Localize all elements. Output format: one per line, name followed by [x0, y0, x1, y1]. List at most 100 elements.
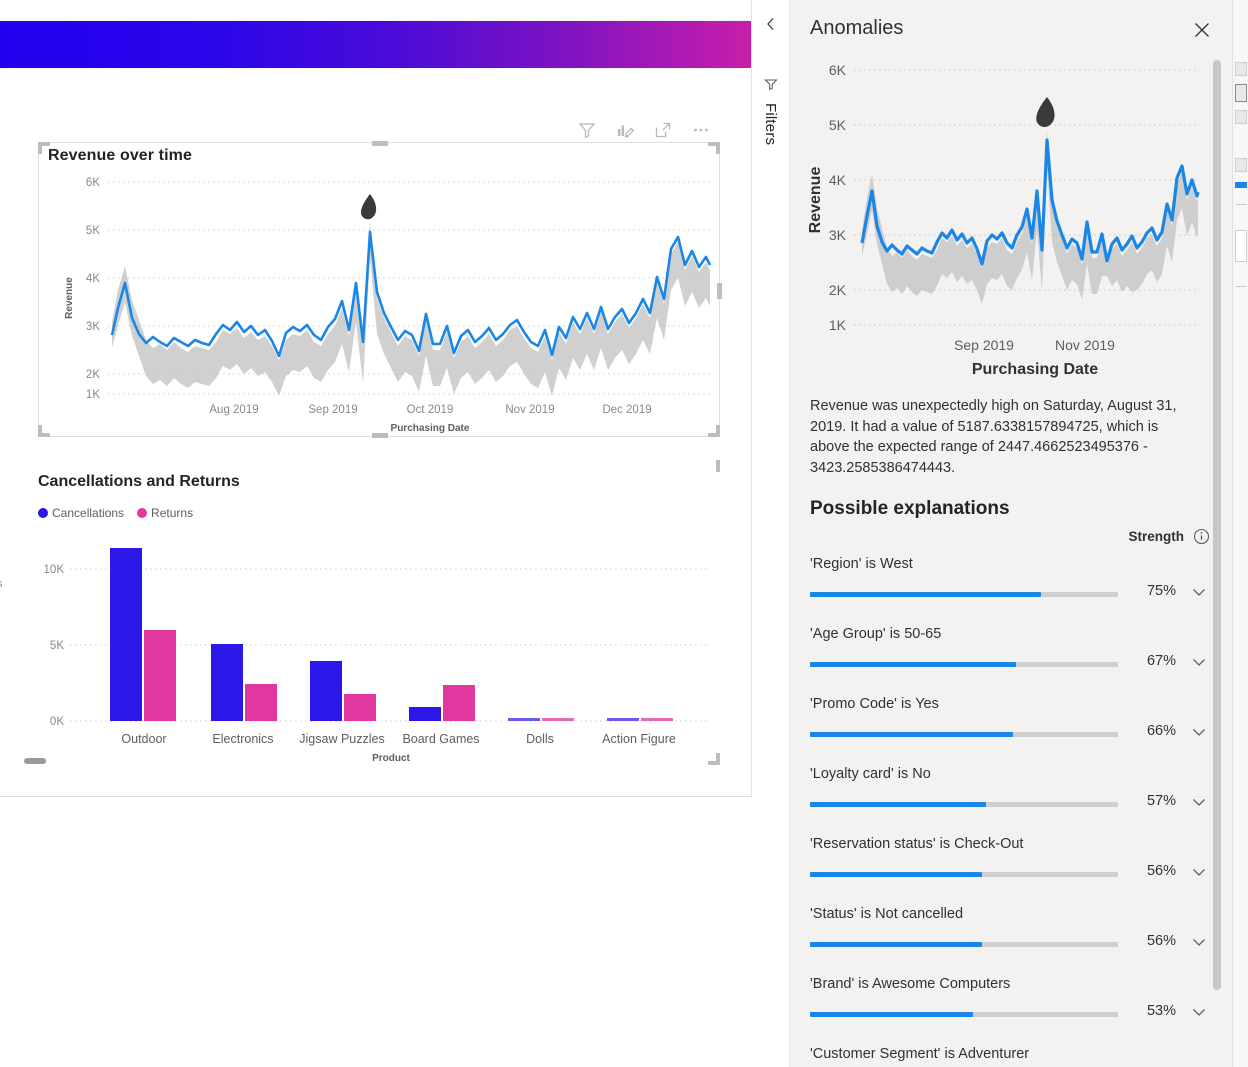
bar-group-board-games — [409, 685, 475, 721]
pane-icon-stub-1[interactable] — [1235, 62, 1247, 76]
svg-text:Outdoor: Outdoor — [121, 732, 166, 746]
resize-handle2-tr[interactable] — [716, 460, 720, 472]
resize-handle-tr-v[interactable] — [716, 142, 720, 154]
chevron-down-icon[interactable] — [1190, 723, 1208, 741]
pane-icon-stub-3[interactable] — [1235, 110, 1247, 124]
cancellations-returns-chart: 10K 5K 0K Outdoor Electronics Jigsaw Puz… — [44, 548, 710, 764]
strength-percent: 75% — [1146, 583, 1176, 599]
more-options-icon[interactable] — [691, 120, 711, 140]
strength-bar-track — [810, 732, 1118, 737]
bars-legend: Cancellations Returns — [38, 506, 193, 520]
explanation-row[interactable]: 'Region' is West 75% — [790, 550, 1232, 620]
svg-text:5K: 5K — [86, 225, 100, 237]
focus-mode-icon[interactable] — [653, 120, 673, 140]
anomaly-marker — [360, 194, 377, 220]
strength-bar-track — [810, 872, 1118, 877]
clipped-axis-label: s — [0, 578, 3, 590]
strength-bar-track — [810, 942, 1118, 947]
svg-text:Product: Product — [372, 753, 410, 764]
bar-group-outdoor — [110, 548, 176, 721]
legend-item-returns[interactable]: Returns — [137, 506, 193, 520]
strength-percent: 67% — [1146, 653, 1176, 669]
bar-cancellations-board-games — [409, 707, 441, 721]
pane-icon-stub-5[interactable] — [1235, 182, 1247, 188]
svg-text:2K: 2K — [86, 369, 100, 381]
legend-item-cancellations[interactable]: Cancellations — [38, 506, 124, 520]
strength-bar-track — [810, 1012, 1118, 1017]
close-icon[interactable] — [1190, 18, 1214, 42]
pane-divider-1 — [1236, 204, 1247, 205]
anomalies-panel-header: Anomalies — [790, 0, 1232, 58]
bar-returns-board-games — [443, 685, 475, 721]
strength-bar-track — [810, 802, 1118, 807]
bar-group-jigsaw-puzzles — [310, 661, 376, 721]
svg-text:0K: 0K — [50, 716, 64, 728]
bar-returns-action-figure — [641, 718, 673, 721]
svg-text:Revenue: Revenue — [807, 167, 824, 234]
strength-bar-fill — [810, 662, 1017, 667]
explanation-row[interactable]: 'Loyalty card' is No 57% — [790, 760, 1232, 830]
bar-returns-jigsaw-puzzles — [344, 694, 376, 721]
svg-text:5K: 5K — [50, 640, 64, 652]
bars-chart-title: Cancellations and Returns — [38, 473, 240, 490]
chevron-left-icon[interactable] — [763, 16, 779, 32]
svg-text:Sep 2019: Sep 2019 — [308, 404, 357, 416]
anomalies-panel-scrollbar[interactable] — [1212, 60, 1222, 1060]
legend-swatch-returns — [137, 508, 148, 518]
filter-icon[interactable] — [577, 120, 597, 140]
chevron-down-icon[interactable] — [1190, 583, 1208, 601]
svg-text:Revenue: Revenue — [64, 277, 75, 319]
explanation-row[interactable]: 'Status' is Not cancelled 56% — [790, 900, 1232, 970]
svg-text:Oct 2019: Oct 2019 — [407, 404, 454, 416]
svg-text:6K: 6K — [86, 177, 100, 189]
explanation-row[interactable]: 'Brand' is Awesome Computers 53% — [790, 970, 1232, 1040]
explanation-label: 'Brand' is Awesome Computers — [810, 976, 1011, 992]
visual-header-toolbar — [577, 120, 711, 140]
bar-cancellations-dolls — [508, 718, 540, 721]
strength-bar-track — [810, 662, 1118, 667]
chevron-down-icon[interactable] — [1190, 653, 1208, 671]
filters-pane-label[interactable]: Filters — [762, 103, 779, 145]
strength-bar-fill — [810, 872, 983, 877]
explanation-label: 'Loyalty card' is No — [810, 766, 931, 782]
svg-text:10K: 10K — [44, 564, 65, 576]
strength-bar-fill — [810, 1012, 974, 1017]
possible-explanations-title: Possible explanations — [810, 498, 1010, 519]
svg-text:Dolls: Dolls — [526, 732, 554, 746]
explanation-row[interactable]: 'Reservation status' is Check-Out 56% — [790, 830, 1232, 900]
strength-bar-fill — [810, 802, 986, 807]
scrollbar-thumb[interactable] — [1213, 60, 1221, 990]
svg-text:4K: 4K — [829, 172, 847, 188]
explanation-row[interactable]: 'Promo Code' is Yes 66% — [790, 690, 1232, 760]
explanation-row[interactable]: 'Customer Segment' is Adventurer — [790, 1040, 1232, 1067]
strength-percent: 56% — [1146, 863, 1176, 879]
personalize-visual-icon[interactable] — [615, 120, 635, 140]
legend-label-returns: Returns — [151, 506, 194, 520]
svg-text:Nov 2019: Nov 2019 — [505, 404, 554, 416]
svg-text:Sep 2019: Sep 2019 — [954, 337, 1014, 353]
info-icon[interactable] — [1193, 528, 1210, 545]
explanation-row[interactable]: 'Age Group' is 50-65 67% — [790, 620, 1232, 690]
legend-swatch-cancellations — [38, 508, 48, 518]
chevron-down-icon[interactable] — [1190, 863, 1208, 881]
explanation-label: 'Reservation status' is Check-Out — [810, 836, 1024, 852]
strength-percent: 56% — [1146, 933, 1176, 949]
pane-icon-stub-4[interactable] — [1235, 158, 1247, 172]
strength-bar-fill — [810, 732, 1014, 737]
chevron-down-icon[interactable] — [1190, 793, 1208, 811]
chevron-down-icon[interactable] — [1190, 933, 1208, 951]
chevron-down-icon[interactable] — [1190, 1003, 1208, 1021]
explanation-label: 'Promo Code' is Yes — [810, 696, 939, 712]
bar-returns-outdoor — [144, 630, 176, 721]
explanation-label: 'Age Group' is 50-65 — [810, 626, 942, 642]
report-banner — [0, 21, 751, 68]
pane-divider-2 — [1236, 286, 1247, 287]
bar-returns-dolls — [542, 718, 574, 721]
pane-icon-stub-2[interactable] — [1235, 84, 1247, 102]
svg-text:Jigsaw Puzzles: Jigsaw Puzzles — [299, 732, 384, 746]
canvas-horizontal-scrollbar[interactable] — [24, 758, 46, 764]
resize-handle-tl-v[interactable] — [38, 142, 42, 154]
resize-handle-top[interactable] — [372, 141, 388, 146]
svg-text:Aug 2019: Aug 2019 — [209, 404, 258, 416]
pane-field-well[interactable] — [1235, 230, 1247, 262]
